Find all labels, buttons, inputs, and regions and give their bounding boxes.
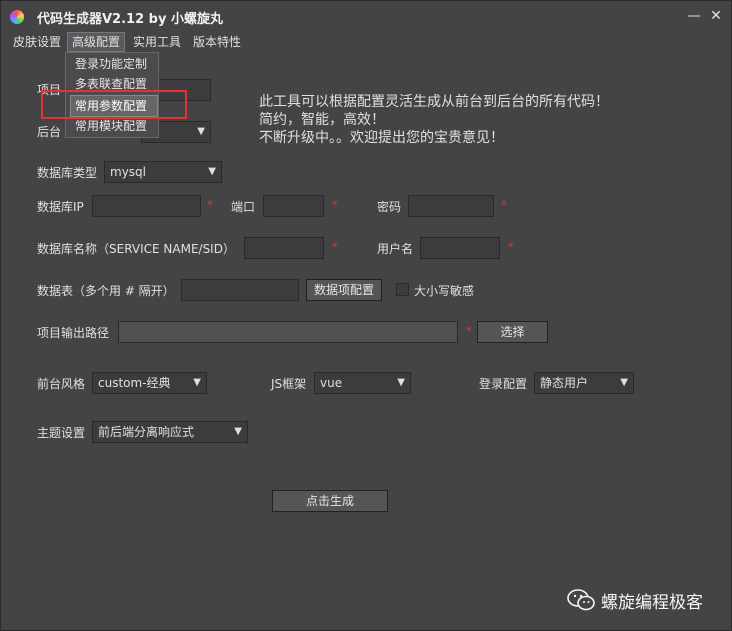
tables-label: 数据表（多个用 # 隔开） — [37, 284, 175, 298]
choose-button[interactable]: 选择 — [477, 321, 548, 343]
backend-label: 后台 — [37, 125, 62, 139]
window-title: 代码生成器V2.12 by 小螺旋丸 — [37, 12, 223, 27]
login-config-select[interactable]: 静态用户 ▼ — [534, 372, 634, 394]
menu-advanced-config[interactable]: 高级配置 — [67, 32, 126, 52]
menu-bar: 皮肤设置 高级配置 实用工具 版本特性 — [1, 31, 731, 53]
menu-utilities[interactable]: 实用工具 — [129, 32, 185, 52]
menu-item-common-modules[interactable]: 常用模块配置 — [75, 117, 147, 135]
db-type-label: 数据库类型 — [37, 166, 98, 180]
front-style-select[interactable]: custom-经典 ▼ — [92, 372, 207, 394]
chevron-down-icon: ▼ — [234, 426, 242, 437]
port-input[interactable] — [263, 195, 324, 217]
intro-line: 不断升级中。。欢迎提出您的宝贵意见！ — [259, 130, 504, 146]
menu-version-features[interactable]: 版本特性 — [189, 32, 245, 52]
theme-label: 主题设置 — [37, 426, 86, 440]
chevron-down-icon: ▼ — [208, 166, 216, 177]
intro-line: 此工具可以根据配置灵活生成从前台到后台的所有代码！ — [259, 94, 609, 110]
db-ip-label: 数据库IP — [37, 200, 84, 214]
wechat-icon — [567, 589, 595, 611]
theme-select[interactable]: 前后端分离响应式 ▼ — [92, 421, 248, 443]
login-config-label: 登录配置 — [479, 377, 528, 391]
field-config-button[interactable]: 数据项配置 — [306, 279, 382, 301]
required-mark: * — [332, 240, 338, 254]
required-mark: * — [508, 240, 514, 254]
menu-item-login-customization[interactable]: 登录功能定制 — [75, 55, 147, 73]
username-label: 用户名 — [377, 242, 414, 256]
js-framework-select[interactable]: vue ▼ — [314, 372, 411, 394]
login-config-value: 静态用户 — [540, 376, 589, 390]
db-name-label: 数据库名称（SERVICE NAME/SID） — [37, 242, 235, 256]
title-bar: 代码生成器V2.12 by 小螺旋丸 — ✕ — [1, 1, 731, 33]
chevron-down-icon: ▼ — [620, 377, 628, 388]
chevron-down-icon: ▼ — [197, 126, 205, 137]
chevron-down-icon: ▼ — [397, 377, 405, 388]
case-sensitive-label: 大小写敏感 — [414, 284, 475, 298]
highlight-box — [41, 90, 187, 119]
required-mark: * — [466, 324, 472, 338]
js-framework-label: JS框架 — [271, 377, 307, 391]
close-icon[interactable]: ✕ — [707, 7, 725, 25]
output-path-label: 项目输出路径 — [37, 326, 110, 340]
required-mark: * — [501, 198, 507, 212]
db-name-input[interactable] — [244, 237, 324, 259]
app-logo-icon — [10, 10, 24, 24]
theme-value: 前后端分离响应式 — [98, 425, 195, 439]
intro-text: 此工具可以根据配置灵活生成从前台到后台的所有代码！ 简约，智能，高效！ 不断升级… — [259, 93, 609, 147]
output-path-input[interactable] — [118, 321, 458, 343]
generate-button[interactable]: 点击生成 — [272, 490, 388, 512]
tables-input[interactable] — [181, 279, 299, 301]
chevron-down-icon: ▼ — [193, 377, 201, 388]
intro-line: 简约，智能，高效！ — [259, 112, 385, 128]
username-input[interactable] — [420, 237, 500, 259]
watermark-text: 螺旋编程极客 — [601, 593, 703, 613]
case-sensitive-checkbox[interactable] — [396, 283, 409, 296]
password-input[interactable] — [408, 195, 494, 217]
db-type-select[interactable]: mysql ▼ — [104, 161, 222, 183]
password-label: 密码 — [377, 200, 402, 214]
js-framework-value: vue — [320, 376, 343, 390]
port-label: 端口 — [231, 200, 256, 214]
front-style-label: 前台风格 — [37, 377, 86, 391]
required-mark: * — [332, 198, 338, 212]
front-style-value: custom-经典 — [98, 376, 171, 390]
db-type-value: mysql — [110, 165, 146, 179]
menu-skin-settings[interactable]: 皮肤设置 — [9, 32, 65, 52]
app-window: 代码生成器V2.12 by 小螺旋丸 — ✕ 皮肤设置 高级配置 实用工具 版本… — [0, 0, 732, 631]
required-mark: * — [207, 198, 213, 212]
minimize-icon[interactable]: — — [685, 7, 703, 25]
db-ip-input[interactable] — [92, 195, 201, 217]
